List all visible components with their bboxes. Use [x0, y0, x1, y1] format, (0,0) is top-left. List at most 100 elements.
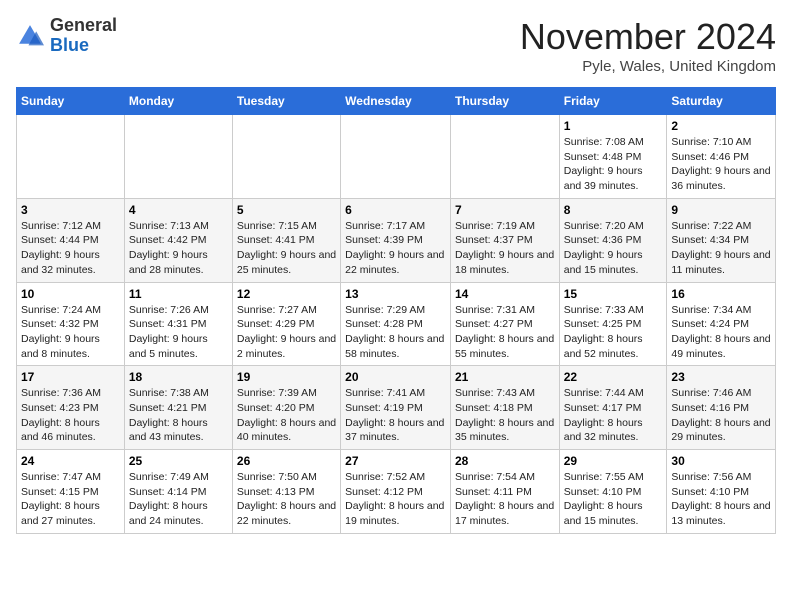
day-number: 29 — [564, 454, 663, 468]
calendar-cell — [17, 115, 125, 199]
day-number: 9 — [671, 203, 771, 217]
day-number: 22 — [564, 370, 663, 384]
day-info: Sunrise: 7:08 AMSunset: 4:48 PMDaylight:… — [564, 135, 663, 194]
calendar-cell: 27 Sunrise: 7:52 AMSunset: 4:12 PMDayligh… — [341, 450, 451, 534]
location-subtitle: Pyle, Wales, United Kingdom — [520, 58, 776, 75]
calendar-cell: 10 Sunrise: 7:24 AMSunset: 4:32 PMDayligh… — [17, 282, 125, 366]
calendar-cell: 29 Sunrise: 7:55 AMSunset: 4:10 PMDayligh… — [559, 450, 667, 534]
weekday-header-cell: Thursday — [450, 88, 559, 115]
calendar-cell: 6 Sunrise: 7:17 AMSunset: 4:39 PMDaylight… — [341, 198, 451, 282]
calendar-cell: 7 Sunrise: 7:19 AMSunset: 4:37 PMDaylight… — [450, 198, 559, 282]
month-title: November 2024 — [520, 16, 776, 58]
weekday-header-cell: Saturday — [667, 88, 776, 115]
calendar-cell: 8Sunrise: 7:20 AMSunset: 4:36 PMDaylight… — [559, 198, 667, 282]
day-info: Sunrise: 7:55 AMSunset: 4:10 PMDaylight:… — [564, 470, 663, 529]
day-info: Sunrise: 7:29 AMSunset: 4:28 PMDaylight:… — [345, 303, 446, 362]
day-info: Sunrise: 7:31 AMSunset: 4:27 PMDaylight:… — [455, 303, 555, 362]
calendar-cell: 14 Sunrise: 7:31 AMSunset: 4:27 PMDayligh… — [450, 282, 559, 366]
calendar-cell: 4Sunrise: 7:13 AMSunset: 4:42 PMDaylight… — [124, 198, 232, 282]
title-area: November 2024 Pyle, Wales, United Kingdo… — [520, 16, 776, 75]
day-info: Sunrise: 7:10 AMSunset: 4:46 PMDaylight:… — [671, 135, 771, 194]
calendar-cell: 26 Sunrise: 7:50 AMSunset: 4:13 PMDayligh… — [232, 450, 340, 534]
day-number: 4 — [129, 203, 228, 217]
day-number: 30 — [671, 454, 771, 468]
calendar-cell: 3 Sunrise: 7:12 AMSunset: 4:44 PMDaylight… — [17, 198, 125, 282]
day-number: 6 — [345, 203, 446, 217]
calendar-week-row: 1 Sunrise: 7:08 AMSunset: 4:48 PMDaylight… — [17, 115, 776, 199]
calendar-cell — [232, 115, 340, 199]
calendar-cell: 15Sunrise: 7:33 AMSunset: 4:25 PMDayligh… — [559, 282, 667, 366]
day-number: 13 — [345, 287, 446, 301]
calendar-cell: 30 Sunrise: 7:56 AMSunset: 4:10 PMDayligh… — [667, 450, 776, 534]
calendar-cell — [341, 115, 451, 199]
calendar-cell: 12 Sunrise: 7:27 AMSunset: 4:29 PMDayligh… — [232, 282, 340, 366]
day-number: 27 — [345, 454, 446, 468]
day-number: 17 — [21, 370, 120, 384]
day-number: 11 — [129, 287, 228, 301]
day-info: Sunrise: 7:56 AMSunset: 4:10 PMDaylight:… — [671, 470, 771, 529]
day-info: Sunrise: 7:50 AMSunset: 4:13 PMDaylight:… — [237, 470, 336, 529]
day-number: 8 — [564, 203, 663, 217]
weekday-header-cell: Monday — [124, 88, 232, 115]
day-info: Sunrise: 7:39 AMSunset: 4:20 PMDaylight:… — [237, 386, 336, 445]
weekday-header-cell: Tuesday — [232, 88, 340, 115]
day-number: 16 — [671, 287, 771, 301]
day-number: 19 — [237, 370, 336, 384]
calendar-cell — [124, 115, 232, 199]
calendar-cell: 24 Sunrise: 7:47 AMSunset: 4:15 PMDayligh… — [17, 450, 125, 534]
calendar-week-row: 10 Sunrise: 7:24 AMSunset: 4:32 PMDayligh… — [17, 282, 776, 366]
day-number: 26 — [237, 454, 336, 468]
calendar-cell: 1 Sunrise: 7:08 AMSunset: 4:48 PMDaylight… — [559, 115, 667, 199]
calendar-body: 1 Sunrise: 7:08 AMSunset: 4:48 PMDaylight… — [17, 115, 776, 534]
logo-icon — [16, 22, 44, 50]
day-info: Sunrise: 7:17 AMSunset: 4:39 PMDaylight:… — [345, 219, 446, 278]
day-info: Sunrise: 7:12 AMSunset: 4:44 PMDaylight:… — [21, 219, 120, 278]
day-number: 25 — [129, 454, 228, 468]
day-info: Sunrise: 7:34 AMSunset: 4:24 PMDaylight:… — [671, 303, 771, 362]
weekday-header-cell: Friday — [559, 88, 667, 115]
day-number: 10 — [21, 287, 120, 301]
day-number: 24 — [21, 454, 120, 468]
day-number: 12 — [237, 287, 336, 301]
calendar-cell: 17Sunrise: 7:36 AMSunset: 4:23 PMDayligh… — [17, 366, 125, 450]
weekday-header-row: SundayMondayTuesdayWednesdayThursdayFrid… — [17, 88, 776, 115]
day-info: Sunrise: 7:15 AMSunset: 4:41 PMDaylight:… — [237, 219, 336, 278]
weekday-header-cell: Wednesday — [341, 88, 451, 115]
day-number: 21 — [455, 370, 555, 384]
calendar-cell: 5 Sunrise: 7:15 AMSunset: 4:41 PMDaylight… — [232, 198, 340, 282]
day-info: Sunrise: 7:38 AMSunset: 4:21 PMDaylight:… — [129, 386, 228, 445]
calendar-cell: 22Sunrise: 7:44 AMSunset: 4:17 PMDayligh… — [559, 366, 667, 450]
day-number: 3 — [21, 203, 120, 217]
day-number: 18 — [129, 370, 228, 384]
day-number: 5 — [237, 203, 336, 217]
day-info: Sunrise: 7:52 AMSunset: 4:12 PMDaylight:… — [345, 470, 446, 529]
calendar-cell: 13 Sunrise: 7:29 AMSunset: 4:28 PMDayligh… — [341, 282, 451, 366]
day-number: 7 — [455, 203, 555, 217]
day-info: Sunrise: 7:46 AMSunset: 4:16 PMDaylight:… — [671, 386, 771, 445]
calendar-cell — [450, 115, 559, 199]
weekday-header-cell: Sunday — [17, 88, 125, 115]
day-info: Sunrise: 7:19 AMSunset: 4:37 PMDaylight:… — [455, 219, 555, 278]
day-number: 20 — [345, 370, 446, 384]
calendar-cell: 19 Sunrise: 7:39 AMSunset: 4:20 PMDayligh… — [232, 366, 340, 450]
calendar-cell: 21Sunrise: 7:43 AMSunset: 4:18 PMDayligh… — [450, 366, 559, 450]
calendar-cell: 11 Sunrise: 7:26 AMSunset: 4:31 PMDayligh… — [124, 282, 232, 366]
day-number: 28 — [455, 454, 555, 468]
day-info: Sunrise: 7:41 AMSunset: 4:19 PMDaylight:… — [345, 386, 446, 445]
logo-general-text: General — [50, 15, 117, 35]
logo-blue-text: Blue — [50, 35, 89, 55]
calendar-week-row: 24 Sunrise: 7:47 AMSunset: 4:15 PMDayligh… — [17, 450, 776, 534]
day-info: Sunrise: 7:22 AMSunset: 4:34 PMDaylight:… — [671, 219, 771, 278]
day-info: Sunrise: 7:27 AMSunset: 4:29 PMDaylight:… — [237, 303, 336, 362]
calendar-cell: 16 Sunrise: 7:34 AMSunset: 4:24 PMDayligh… — [667, 282, 776, 366]
calendar-cell: 20 Sunrise: 7:41 AMSunset: 4:19 PMDayligh… — [341, 366, 451, 450]
day-number: 2 — [671, 119, 771, 133]
day-number: 1 — [564, 119, 663, 133]
day-number: 23 — [671, 370, 771, 384]
calendar-cell: 28Sunrise: 7:54 AMSunset: 4:11 PMDayligh… — [450, 450, 559, 534]
calendar-cell: 18 Sunrise: 7:38 AMSunset: 4:21 PMDayligh… — [124, 366, 232, 450]
day-number: 14 — [455, 287, 555, 301]
day-info: Sunrise: 7:24 AMSunset: 4:32 PMDaylight:… — [21, 303, 120, 362]
day-info: Sunrise: 7:47 AMSunset: 4:15 PMDaylight:… — [21, 470, 120, 529]
day-info: Sunrise: 7:26 AMSunset: 4:31 PMDaylight:… — [129, 303, 228, 362]
